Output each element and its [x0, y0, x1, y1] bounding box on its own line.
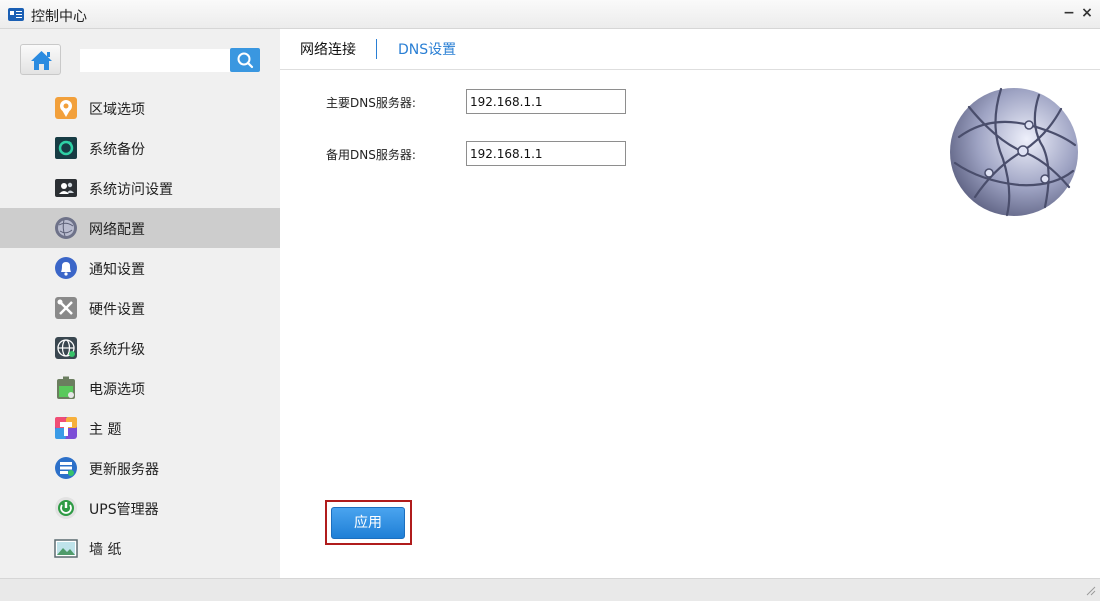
tab-network-connection[interactable]: 网络连接 — [300, 39, 356, 59]
search-input[interactable] — [80, 49, 230, 72]
sidebar-item-label: 主 题 — [89, 422, 122, 438]
primary-dns-field[interactable] — [466, 89, 626, 114]
sidebar-item-label: 更新服务器 — [89, 462, 159, 478]
backup-icon — [55, 137, 77, 159]
sidebar-item-network[interactable]: 网络配置 — [0, 208, 280, 248]
sidebar-item-label: 网络配置 — [89, 222, 145, 238]
home-icon — [31, 51, 52, 70]
home-button[interactable] — [20, 44, 61, 75]
network-globe-illustration — [950, 87, 1078, 217]
sidebar-item-power[interactable]: 电源选项 — [0, 368, 280, 408]
main-content: 网络连接 DNS设置 主要DNS服务器: 备用DNS服务器: — [280, 29, 1100, 578]
window-title: 控制中心 — [31, 9, 87, 25]
search-icon — [237, 52, 254, 69]
minimize-button[interactable]: − — [1060, 4, 1078, 22]
sidebar-item-label: 通知设置 — [89, 262, 145, 278]
sidebar-item-label: 系统备份 — [89, 142, 145, 158]
sidebar-item-label: 墙 纸 — [89, 542, 122, 558]
sidebar-item-label: 硬件设置 — [89, 302, 145, 318]
sidebar-item-upgrade[interactable]: 系统升级 — [0, 328, 280, 368]
sidebar-item-ups[interactable]: UPS管理器 — [0, 488, 280, 528]
close-button[interactable]: × — [1078, 4, 1096, 22]
ups-icon — [55, 497, 77, 519]
location-pin-icon — [55, 97, 77, 119]
tools-icon — [55, 297, 77, 319]
battery-icon — [57, 376, 75, 399]
sidebar-item-label: 电源选项 — [89, 382, 145, 398]
sidebar-item-label: 区域选项 — [89, 102, 145, 118]
secondary-dns-label: 备用DNS服务器: — [326, 148, 416, 162]
tab-dns-settings[interactable]: DNS设置 — [398, 39, 456, 59]
sidebar-item-notifications[interactable]: 通知设置 — [0, 248, 280, 288]
sidebar-item-update-server[interactable]: 更新服务器 — [0, 448, 280, 488]
sidebar-item-theme[interactable]: 主 题 — [0, 408, 280, 448]
sidebar-item-wallpaper[interactable]: 墙 纸 — [0, 528, 280, 568]
bell-icon — [55, 257, 77, 279]
theme-palette-icon — [55, 417, 77, 439]
window-titlebar: 控制中心 − × — [0, 0, 1100, 29]
resize-grip-icon[interactable] — [1084, 584, 1096, 596]
sidebar-item-hardware[interactable]: 硬件设置 — [0, 288, 280, 328]
sidebar-item-label: UPS管理器 — [89, 502, 159, 518]
apply-button[interactable]: 应用 — [331, 507, 405, 539]
primary-dns-label: 主要DNS服务器: — [326, 96, 416, 110]
sidebar-item-region[interactable]: 区域选项 — [0, 88, 280, 128]
control-panel-icon — [8, 8, 24, 21]
status-bar — [0, 578, 1100, 601]
sidebar-item-label: 系统升级 — [89, 342, 145, 358]
tab-bar: 网络连接 DNS设置 — [280, 29, 1100, 70]
globe-update-icon — [55, 337, 77, 359]
users-icon — [55, 179, 77, 197]
search-button[interactable] — [230, 48, 260, 72]
network-globe-icon — [55, 217, 77, 239]
sidebar-item-label: 系统访问设置 — [89, 182, 173, 198]
server-icon — [55, 457, 77, 479]
secondary-dns-field[interactable] — [466, 141, 626, 166]
sidebar: 区域选项 系统备份 系统访问设置 网络配置 通知设置 硬件设置 系统升级 电源选… — [0, 29, 280, 578]
wallpaper-icon — [54, 539, 78, 558]
tab-divider — [376, 39, 377, 59]
sidebar-item-backup[interactable]: 系统备份 — [0, 128, 280, 168]
sidebar-item-access[interactable]: 系统访问设置 — [0, 168, 280, 208]
